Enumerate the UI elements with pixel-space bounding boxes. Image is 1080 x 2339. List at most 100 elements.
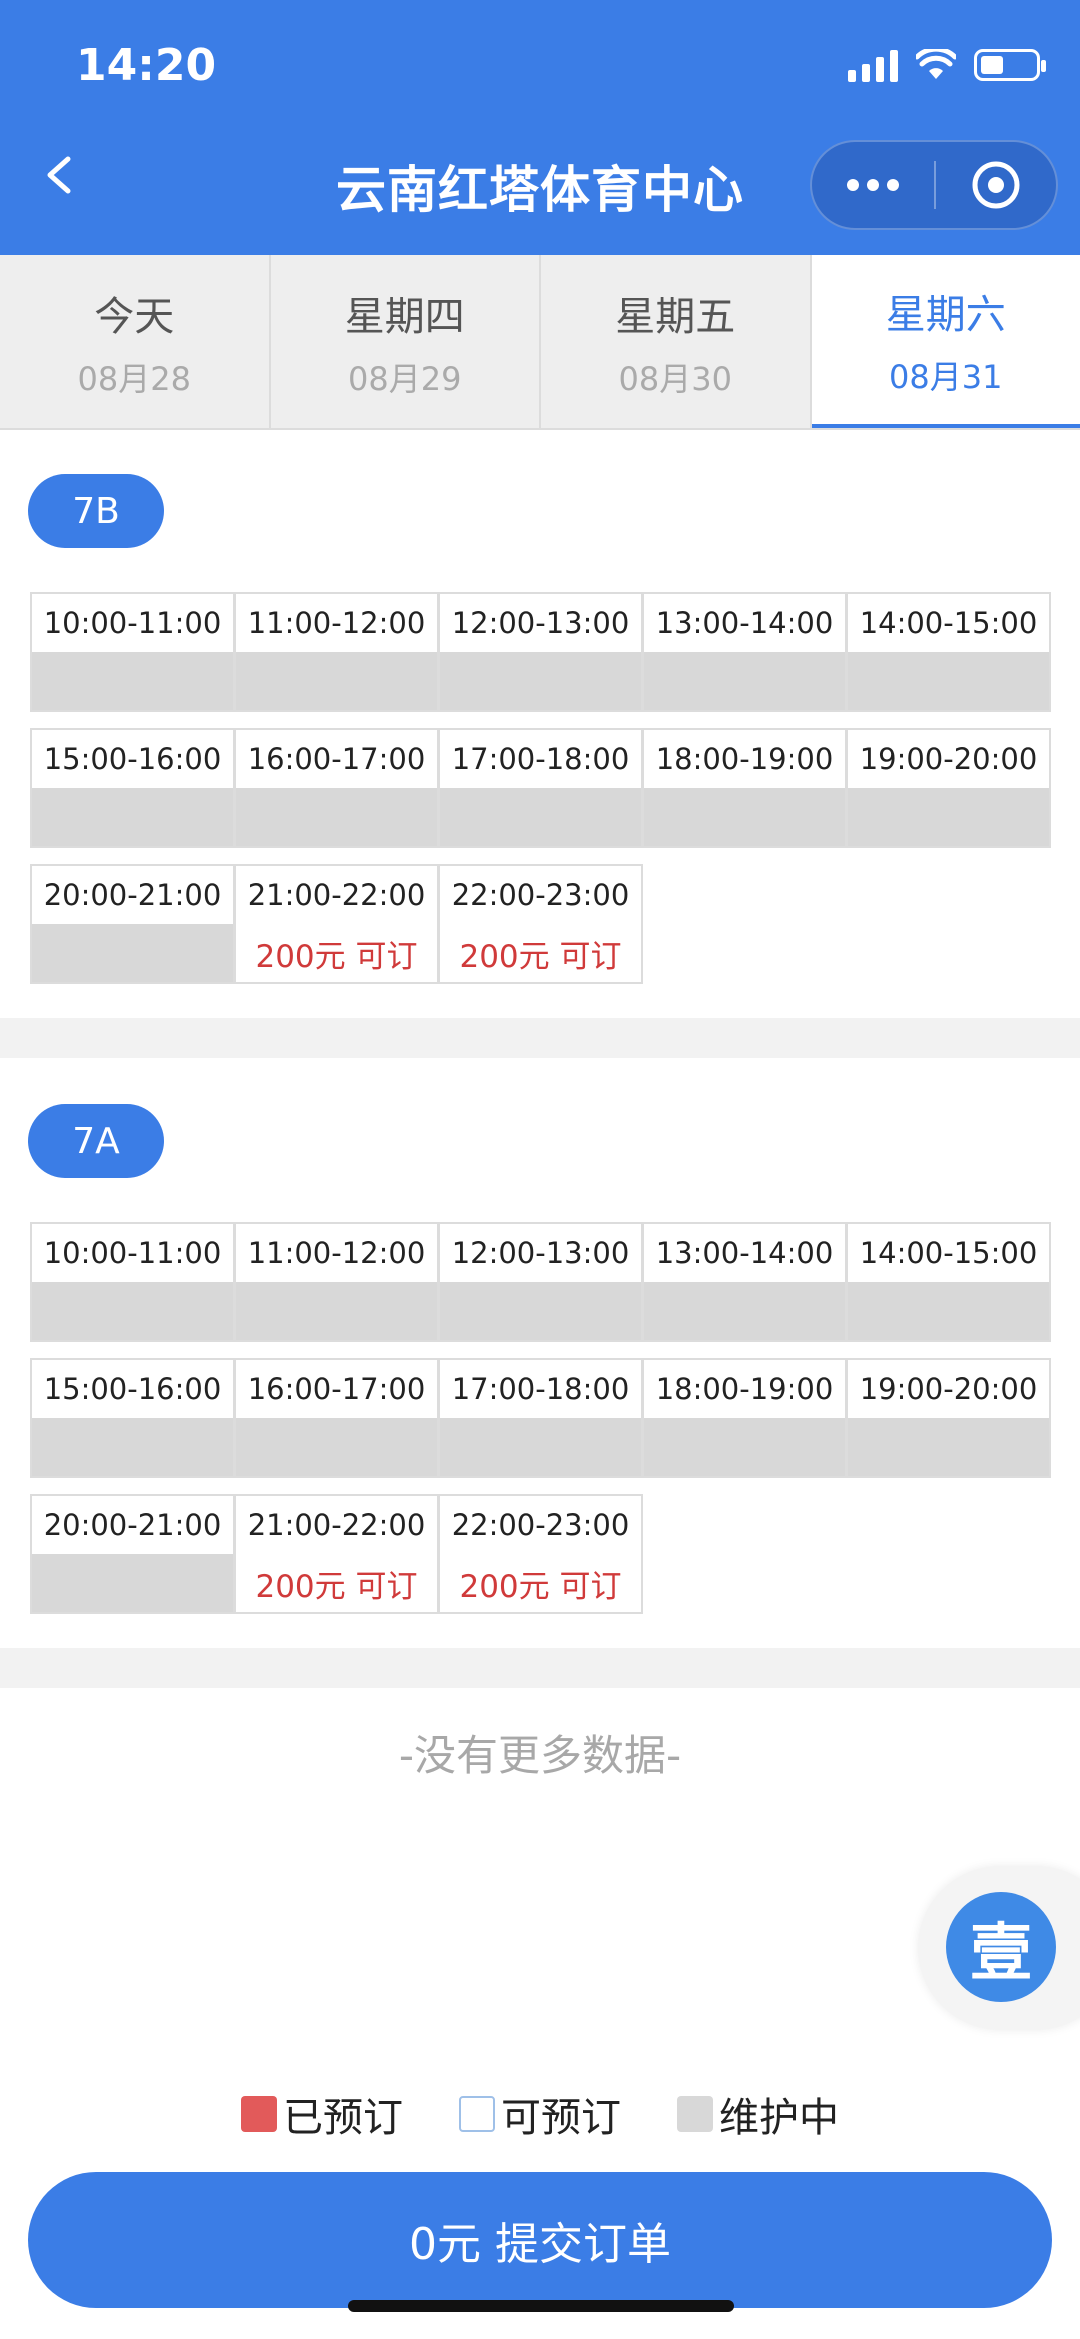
slot-time: 19:00-20:00 xyxy=(859,742,1038,776)
slot-state xyxy=(32,1554,233,1612)
miniprogram-capsule xyxy=(810,140,1058,230)
slot-state xyxy=(32,924,233,982)
slot-time: 15:00-16:00 xyxy=(43,742,222,776)
court-tag-7a: 7A xyxy=(28,1104,164,1178)
time-slot: 12:00-13:00 xyxy=(438,592,643,712)
tab-day-label: 今天 xyxy=(94,293,175,340)
floating-service: 壹 xyxy=(918,1866,1080,2030)
slot-time: 22:00-23:00 xyxy=(451,1508,630,1542)
time-slot: 15:00-16:00 xyxy=(30,728,235,848)
slot-state xyxy=(236,788,437,846)
slot-time: 18:00-19:00 xyxy=(655,742,834,776)
status-legend: 已预订 可预订 维护中 xyxy=(0,2085,1080,2143)
customer-service-button[interactable]: 壹 xyxy=(946,1892,1056,2002)
slot-time: 10:00-11:00 xyxy=(43,606,222,640)
tab-date-label: 08月30 xyxy=(618,359,732,398)
slot-state xyxy=(644,1282,845,1340)
slot-state: 200元 可订 xyxy=(255,1568,418,1605)
time-slot: 18:00-19:00 xyxy=(642,1358,847,1478)
slot-time: 20:00-21:00 xyxy=(43,1508,222,1542)
time-slot: 15:00-16:00 xyxy=(30,1358,235,1478)
section-divider xyxy=(0,1018,1080,1058)
slot-state xyxy=(644,788,845,846)
slot-time: 17:00-18:00 xyxy=(451,1372,630,1406)
maintenance-swatch xyxy=(677,2096,713,2132)
booked-swatch xyxy=(241,2096,277,2132)
slot-state xyxy=(32,788,233,846)
slot-time: 21:00-22:00 xyxy=(247,1508,426,1542)
tab-friday[interactable]: 星期五 08月30 xyxy=(541,255,812,428)
slot-state xyxy=(848,1282,1049,1340)
more-icon[interactable] xyxy=(812,179,934,191)
slot-state xyxy=(236,652,437,710)
time-slot: 19:00-20:00 xyxy=(846,1358,1051,1478)
slot-time: 21:00-22:00 xyxy=(247,878,426,912)
slot-time: 16:00-17:00 xyxy=(247,742,426,776)
slot-time: 11:00-12:00 xyxy=(247,606,426,640)
slot-state xyxy=(848,652,1049,710)
slot-time: 14:00-15:00 xyxy=(859,606,1038,640)
slot-time: 16:00-17:00 xyxy=(247,1372,426,1406)
slot-state xyxy=(236,1282,437,1340)
legend-label: 已预订 xyxy=(283,2095,403,2141)
slot-state xyxy=(644,652,845,710)
booking-page: 14:20 云南红塔体育中心 今天 08月28 星期四 08月29 星期五 08… xyxy=(0,0,1080,2339)
court-tag-7b: 7B xyxy=(28,474,164,548)
legend-booked: 已预订 xyxy=(241,2085,403,2143)
home-indicator xyxy=(348,2300,734,2312)
tab-date-label: 08月28 xyxy=(77,359,191,398)
time-slot[interactable]: 21:00-22:00 200元 可订 xyxy=(234,864,439,984)
time-slot[interactable]: 21:00-22:00 200元 可订 xyxy=(234,1494,439,1614)
tab-day-label: 星期五 xyxy=(615,293,736,340)
tab-today[interactable]: 今天 08月28 xyxy=(0,255,271,428)
slot-state xyxy=(440,788,641,846)
time-slot: 10:00-11:00 xyxy=(30,592,235,712)
time-slot: 18:00-19:00 xyxy=(642,728,847,848)
legend-label: 维护中 xyxy=(719,2095,839,2141)
time-slot: 16:00-17:00 xyxy=(234,1358,439,1478)
slot-state: 200元 可订 xyxy=(459,938,622,975)
slot-time: 18:00-19:00 xyxy=(655,1372,834,1406)
slot-time: 22:00-23:00 xyxy=(451,878,630,912)
slot-state xyxy=(236,1418,437,1476)
slot-state xyxy=(32,1282,233,1340)
date-tabs: 今天 08月28 星期四 08月29 星期五 08月30 星期六 08月31 xyxy=(0,255,1080,430)
submit-order-button[interactable]: 0元 提交订单 xyxy=(28,2172,1052,2308)
time-slot: 13:00-14:00 xyxy=(642,592,847,712)
signal-icon xyxy=(848,48,898,82)
available-swatch xyxy=(459,2096,495,2132)
tab-day-label: 星期四 xyxy=(344,293,465,340)
time-slot: 19:00-20:00 xyxy=(846,728,1051,848)
legend-available: 可预订 xyxy=(459,2085,621,2143)
slot-state: 200元 可订 xyxy=(255,938,418,975)
slot-state: 200元 可订 xyxy=(459,1568,622,1605)
section-divider xyxy=(0,1648,1080,1688)
time-slot[interactable]: 22:00-23:00 200元 可订 xyxy=(438,1494,643,1614)
slot-state xyxy=(848,1418,1049,1476)
time-slot: 20:00-21:00 xyxy=(30,1494,235,1614)
tab-thursday[interactable]: 星期四 08月29 xyxy=(271,255,541,428)
tab-saturday[interactable]: 星期六 08月31 xyxy=(811,255,1080,428)
time-slot: 14:00-15:00 xyxy=(846,1222,1051,1342)
time-slot[interactable]: 22:00-23:00 200元 可订 xyxy=(438,864,643,984)
time-slot: 14:00-15:00 xyxy=(846,592,1051,712)
tab-date-label: 08月29 xyxy=(348,359,462,398)
no-more-data-text: -没有更多数据- xyxy=(398,1731,682,1780)
slot-time: 19:00-20:00 xyxy=(859,1372,1038,1406)
slot-state xyxy=(644,1418,845,1476)
time-slot: 12:00-13:00 xyxy=(438,1222,643,1342)
slot-time: 13:00-14:00 xyxy=(655,1236,834,1270)
time-slot: 13:00-14:00 xyxy=(642,1222,847,1342)
time-slot: 11:00-12:00 xyxy=(234,592,439,712)
slot-time: 14:00-15:00 xyxy=(859,1236,1038,1270)
time-slot: 20:00-21:00 xyxy=(30,864,235,984)
slot-state xyxy=(440,652,641,710)
close-icon[interactable] xyxy=(936,158,1056,212)
slot-state xyxy=(32,1418,233,1476)
time-slot: 10:00-11:00 xyxy=(30,1222,235,1342)
slot-state xyxy=(32,652,233,710)
slot-time: 12:00-13:00 xyxy=(451,606,630,640)
time-slot: 17:00-18:00 xyxy=(438,1358,643,1478)
tab-day-label: 星期六 xyxy=(885,291,1006,338)
slot-state xyxy=(440,1418,641,1476)
